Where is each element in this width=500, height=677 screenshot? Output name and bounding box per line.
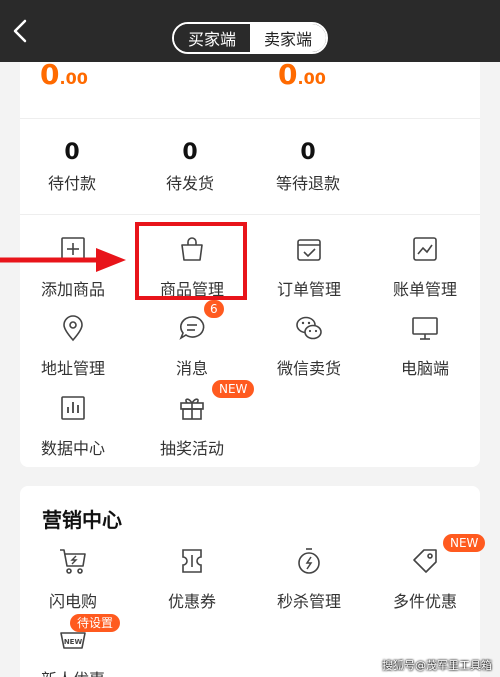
marketing-label: 优惠券 [167,592,216,611]
tool-label: 消息 [175,359,208,378]
tool-label: 微信卖货 [276,359,341,378]
tab-buyer[interactable]: 买家端 [174,24,250,52]
monitor-icon [412,317,438,340]
arrow-right-icon [0,248,126,272]
tool-lottery[interactable]: 抽奖活动 NEW [137,380,255,463]
amount-left: 0.00 [40,61,88,89]
tag-icon [413,549,437,573]
tool-label: 地址管理 [40,359,105,378]
count-to-ship-label[interactable]: 待发货 [135,170,245,194]
tool-label: 订单管理 [276,280,341,299]
tool-order-management[interactable]: 订单管理 [254,234,364,304]
tool-label: 添加商品 [40,280,105,299]
amount-right: 0.00 [278,61,326,89]
marketing-flash-sale[interactable]: 秒杀管理 [254,546,364,616]
amount-left-integer: 0 [40,58,60,91]
role-switcher: 买家端 卖家端 [172,22,328,54]
stopwatch-icon [298,548,320,574]
bar-chart-icon [61,396,85,420]
pending-setup-badge: 待设置 [70,614,121,632]
wechat-icon [296,316,322,340]
bill-chart-icon [413,237,437,261]
count-refund[interactable]: 0 [253,140,363,165]
message-count-badge: 6 [204,300,224,318]
gift-icon [180,398,204,420]
location-pin-icon [63,315,83,342]
new-badge: NEW [212,380,255,398]
marketing-multi-item-discount[interactable]: 多件优惠 NEW [370,534,486,616]
message-icon [179,316,205,340]
tool-desktop[interactable]: 电脑端 [370,313,480,383]
highlight-box [135,222,247,300]
tool-data-center[interactable]: 数据中心 [18,393,128,463]
top-bar: 买家端 卖家端 [0,0,500,62]
new-badge: NEW [443,534,486,552]
marketing-newcomer-discount[interactable]: NEW 新人优惠 待设置 [18,614,128,677]
count-unpaid[interactable]: 0 [17,140,127,165]
tool-bill-management[interactable]: 账单管理 [370,234,480,304]
marketing-flash-buy[interactable]: 闪电购 [18,546,128,616]
divider [20,118,480,119]
tool-label: 数据中心 [40,439,105,458]
amount-right-integer: 0 [278,58,298,91]
count-to-ship[interactable]: 0 [135,140,245,165]
tool-messages[interactable]: 消息 6 [137,300,247,383]
marketing-center-card: 营销中心 闪电购 优惠券 秒杀管理 多件优惠 NEW NEW 待设置 [18,486,486,677]
marketing-label: 闪电购 [48,592,97,611]
watermark: 搜狐号@茂军里工具箱 [382,659,492,672]
tool-wechat-sales[interactable]: 微信卖货 [254,313,364,383]
marketing-label: 多件优惠 [392,592,457,611]
marketing-coupon[interactable]: 优惠券 [137,546,247,616]
marketing-label: 新人优惠 [41,666,105,677]
chevron-left-icon[interactable] [8,18,34,44]
order-icon [297,239,321,261]
tool-address-management[interactable]: 地址管理 [18,313,128,383]
divider [20,214,480,215]
tool-label: 电脑端 [400,359,449,378]
tool-label: 账单管理 [392,280,457,299]
tool-label: 抽奖活动 [159,439,224,458]
count-unpaid-label[interactable]: 待付款 [17,170,127,194]
coupon-icon [182,549,202,573]
section-title: 营销中心 [42,508,122,532]
marketing-label: 秒杀管理 [276,592,341,611]
svg-text:NEW: NEW [64,638,83,646]
count-refund-label[interactable]: 等待退款 [253,170,363,194]
tab-seller[interactable]: 卖家端 [250,24,326,52]
amount-right-decimals: .00 [297,69,326,88]
amount-left-decimals: .00 [59,69,88,88]
lightning-cart-icon [60,549,86,574]
